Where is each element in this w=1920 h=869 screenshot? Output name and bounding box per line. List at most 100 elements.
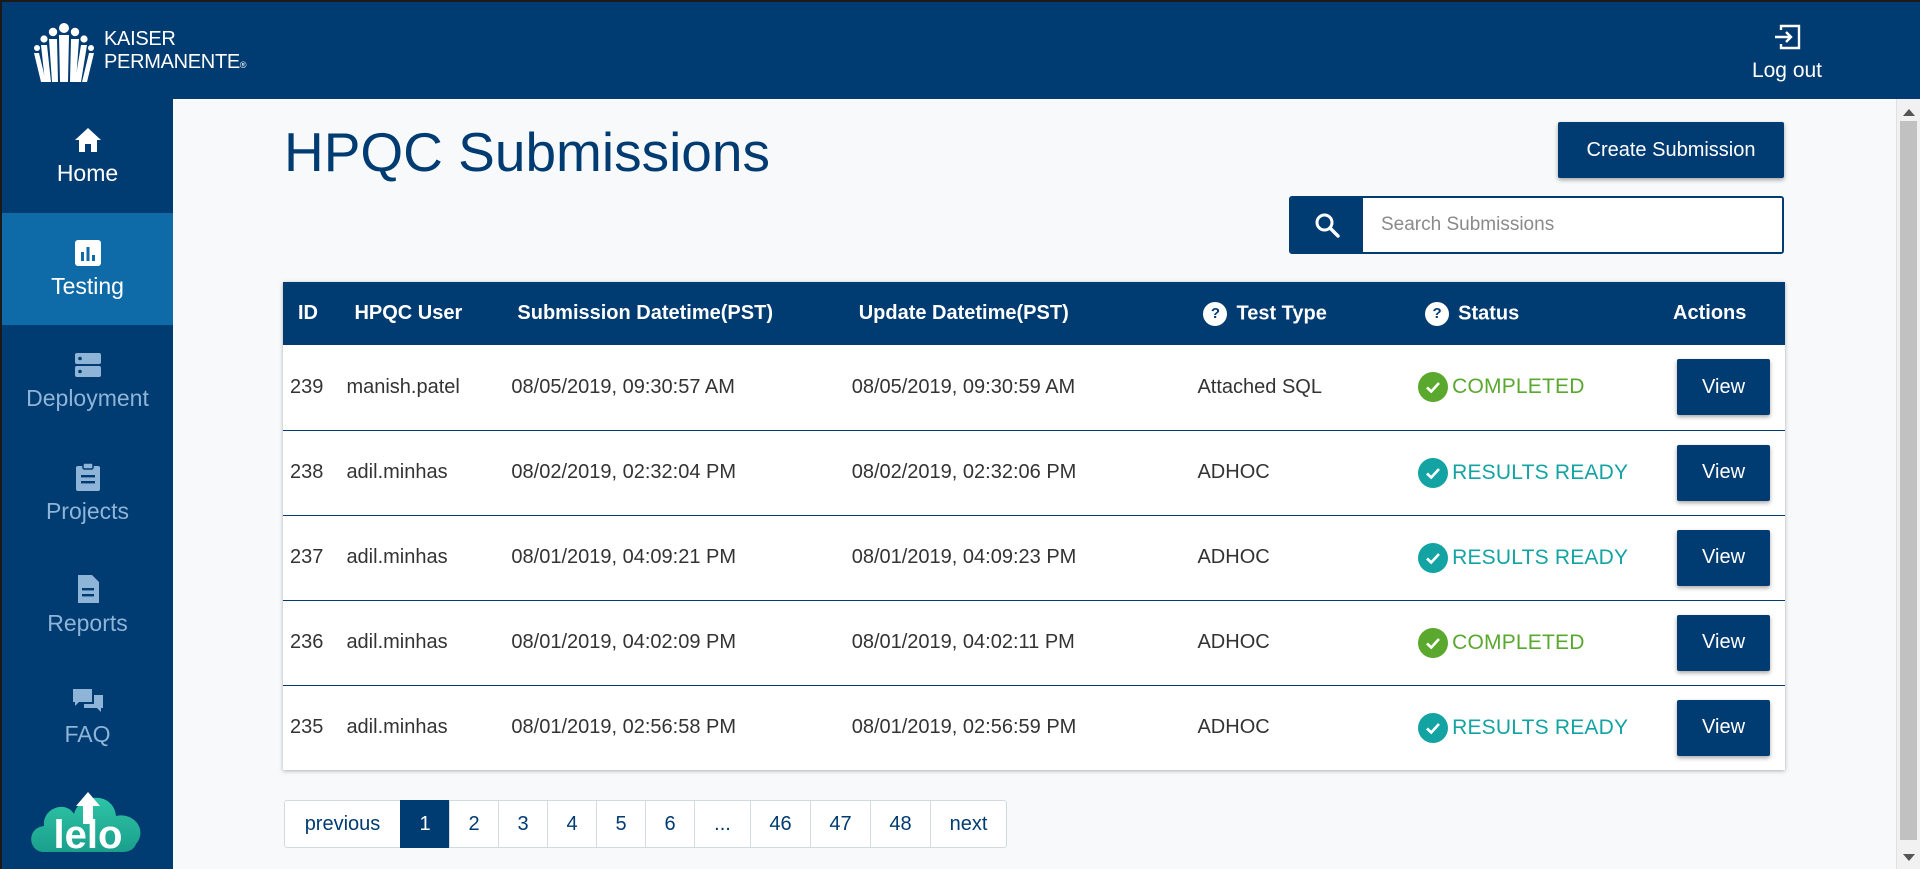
cell-id: 235 (290, 716, 324, 739)
sidebar-item-label: Reports (47, 609, 128, 636)
check-circle-icon (1418, 542, 1449, 573)
scrollbar-thumb[interactable] (1900, 121, 1917, 840)
cell-status: RESULTS READY (1418, 515, 1673, 600)
column-header-status[interactable]: ? Status (1418, 282, 1673, 345)
sidebar-item-projects[interactable]: Projects (2, 437, 173, 549)
sidebar-item-label: Testing (51, 272, 124, 299)
cell-submission-datetime: 08/01/2019, 02:56:58 PM (511, 716, 737, 739)
cell-status: COMPLETED (1418, 345, 1673, 430)
view-button[interactable]: View (1677, 699, 1771, 756)
cell-actions: View (1673, 345, 1785, 430)
table-row: 235 adil.minhas 08/01/2019, 02:56:58 PM … (283, 685, 1785, 770)
pagination-page[interactable]: 6 (645, 800, 695, 848)
server-icon (74, 352, 101, 377)
cell-test-type: ADHOC (1197, 461, 1270, 483)
pagination-previous[interactable]: previous (284, 800, 401, 848)
clipboard-icon (75, 461, 100, 491)
table-row: 238 adil.minhas 08/02/2019, 02:32:04 PM … (283, 430, 1785, 515)
table-row: 237 adil.minhas 08/01/2019, 04:09:21 PM … (283, 515, 1785, 600)
pagination-page[interactable]: 1 (400, 800, 450, 848)
column-header-label: Status (1458, 301, 1520, 324)
view-button[interactable]: View (1677, 444, 1771, 501)
cell-status: RESULTS READY (1418, 685, 1673, 770)
status-badge: RESULTS READY (1418, 457, 1629, 488)
cell-id: 236 (290, 631, 324, 653)
pagination-next[interactable]: next (930, 800, 1007, 848)
kaiser-permanente-logo[interactable]: KAISER PERMANENTE® (32, 22, 247, 82)
logo-line1: KAISER (104, 27, 176, 50)
sidebar-item-reports[interactable]: Reports (2, 549, 173, 661)
sidebar-item-testing[interactable]: Testing (2, 213, 173, 325)
cell-test-type: ADHOC (1197, 546, 1270, 568)
logo-wordmark: KAISER PERMANENTE® (104, 27, 247, 77)
pagination-page[interactable]: 47 (810, 800, 871, 848)
view-button[interactable]: View (1677, 529, 1771, 586)
status-label: RESULTS READY (1452, 545, 1629, 569)
document-icon (77, 574, 99, 603)
logo-line2: PERMANENTE (104, 50, 240, 73)
chat-icon (72, 688, 103, 712)
cell-update-datetime: 08/05/2019, 09:30:59 AM (851, 375, 1076, 398)
column-header-test-type[interactable]: ? Test Type (1195, 282, 1418, 345)
cell-update-datetime: 08/02/2019, 02:32:06 PM (851, 461, 1077, 483)
column-header-hpqc-user[interactable]: HPQC User (346, 282, 511, 345)
status-badge: RESULTS READY (1418, 542, 1629, 573)
table-row: 239 manish.patel 08/05/2019, 09:30:57 AM… (283, 345, 1785, 430)
column-header-label: Test Type (1236, 301, 1327, 324)
pagination-page[interactable]: 2 (449, 800, 499, 848)
view-button[interactable]: View (1677, 614, 1771, 671)
pagination-page[interactable]: 3 (498, 800, 548, 848)
logout-button[interactable]: Log out (1732, 22, 1842, 83)
sidebar-item-faq[interactable]: FAQ (2, 661, 173, 773)
cell-actions: View (1673, 515, 1785, 600)
cell-user: adil.minhas (346, 716, 448, 739)
main-content: HPQC Submissions Create Submission ID HP… (173, 99, 1896, 869)
vertical-scrollbar[interactable] (1896, 99, 1920, 869)
page-title: HPQC Submissions (284, 121, 770, 183)
pagination-page[interactable]: 46 (750, 800, 811, 848)
status-label: RESULTS READY (1452, 460, 1629, 484)
cell-submission-datetime: 08/05/2019, 09:30:57 AM (511, 375, 735, 398)
logo-registered-mark: ® (239, 59, 247, 70)
cell-actions: View (1673, 430, 1785, 515)
pagination-page[interactable]: 5 (596, 800, 646, 848)
bar-chart-icon (74, 239, 101, 266)
sidebar-item-label: Deployment (26, 384, 149, 411)
pagination-ellipsis: ... (694, 800, 751, 848)
cell-update-datetime: 08/01/2019, 04:09:23 PM (851, 546, 1077, 568)
search-button[interactable] (1291, 198, 1363, 252)
check-circle-icon (1418, 457, 1449, 488)
cell-submission-datetime: 08/02/2019, 02:32:04 PM (511, 461, 737, 483)
sidebar-item-home[interactable]: Home (2, 99, 173, 213)
pagination-page[interactable]: 4 (547, 800, 597, 848)
column-header-actions: Actions (1673, 302, 1747, 324)
column-header-update-datetime[interactable]: Update Datetime(PST) (852, 282, 1196, 345)
create-submission-button[interactable]: Create Submission (1558, 122, 1784, 178)
scroll-down-arrow-icon[interactable] (1903, 854, 1915, 861)
sidebar-item-deployment[interactable]: Deployment (2, 325, 173, 437)
sidebar: Home Testing Deployment Projects Reports… (0, 99, 173, 869)
logout-icon (1775, 24, 1801, 50)
status-badge: COMPLETED (1418, 627, 1585, 658)
column-header-submission-datetime[interactable]: Submission Datetime(PST) (511, 282, 851, 345)
scroll-up-arrow-icon[interactable] (1903, 109, 1915, 116)
cell-id: 238 (290, 461, 324, 483)
pagination: previous 1 2 3 4 5 6 ... 46 47 48 next (284, 800, 1007, 848)
cell-test-type: ADHOC (1197, 631, 1270, 653)
logout-label: Log out (1751, 59, 1823, 82)
sidebar-item-label: Home (56, 159, 119, 186)
status-label: COMPLETED (1452, 630, 1585, 654)
check-circle-icon (1418, 372, 1449, 403)
sidebar-item-label: Projects (45, 497, 130, 524)
view-button[interactable]: View (1677, 359, 1771, 416)
table-row: 236 adil.minhas 08/01/2019, 04:02:09 PM … (283, 600, 1785, 685)
top-bar: KAISER PERMANENTE® Log out (0, 0, 1920, 99)
submissions-table: ID HPQC User Submission Datetime(PST) Up… (283, 282, 1785, 770)
search-input[interactable] (1363, 198, 1782, 252)
test-type-help-icon[interactable]: ? (1203, 301, 1228, 326)
pagination-page[interactable]: 48 (870, 800, 931, 848)
lelo-logo[interactable]: lelo (26, 774, 150, 859)
status-help-icon[interactable]: ? (1425, 301, 1450, 326)
column-header-id[interactable]: ID (283, 282, 346, 345)
check-circle-icon (1418, 627, 1449, 658)
